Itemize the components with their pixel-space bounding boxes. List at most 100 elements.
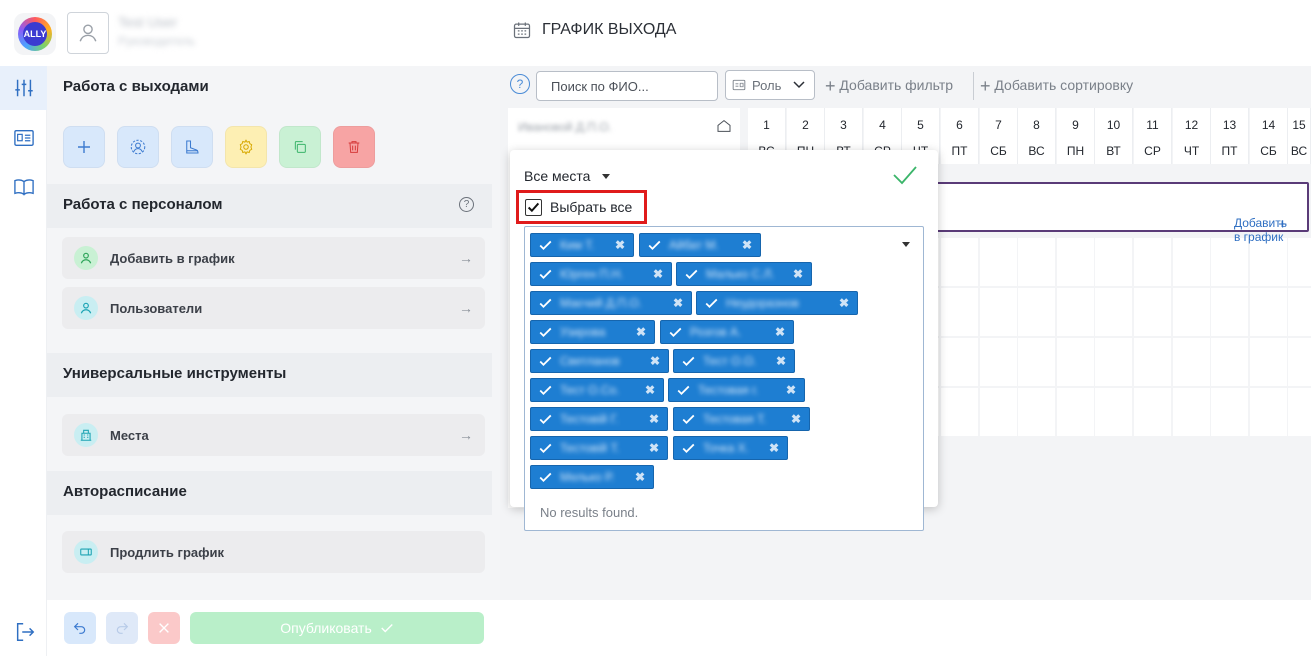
grid-cell[interactable] <box>1250 288 1287 336</box>
remove-chip-icon[interactable]: ✖ <box>650 354 660 368</box>
remove-chip-icon[interactable]: ✖ <box>791 412 801 426</box>
grid-cell[interactable] <box>1134 238 1171 286</box>
employee-chip[interactable]: Малько С.Л. ✖ <box>676 262 812 286</box>
grid-cell[interactable] <box>1173 338 1210 386</box>
employee-chip[interactable]: Юрген П.Н. ✖ <box>530 262 672 286</box>
places-select[interactable]: Все места <box>524 168 611 184</box>
grid-cell[interactable] <box>1173 238 1210 286</box>
employee-chip[interactable]: Ким Т. ✖ <box>530 233 634 257</box>
employee-chip[interactable]: Тест О.О. ✖ <box>673 349 795 373</box>
role-select[interactable]: Роль <box>725 70 815 100</box>
menu-extend-schedule[interactable]: Продлить график <box>62 531 485 573</box>
menu-places[interactable]: Места → <box>62 414 485 456</box>
grid-cell[interactable] <box>1288 388 1311 436</box>
grid-cell[interactable] <box>1134 288 1171 336</box>
app-logo[interactable]: ALLY <box>14 13 56 55</box>
copy-button[interactable] <box>279 126 321 168</box>
grid-cell[interactable] <box>1173 388 1210 436</box>
grid-cell[interactable] <box>1288 338 1311 386</box>
employee-chip[interactable]: Неудоразнов ✖ <box>696 291 858 315</box>
grid-cell[interactable] <box>1057 288 1094 336</box>
grid-cell[interactable] <box>1288 288 1311 336</box>
grid-cell[interactable] <box>1057 338 1094 386</box>
grid-cell[interactable] <box>1018 238 1055 286</box>
help-icon[interactable]: ? <box>459 197 474 212</box>
delete-button[interactable] <box>333 126 375 168</box>
grid-cell[interactable] <box>1211 238 1248 286</box>
shoe-button[interactable] <box>171 126 213 168</box>
grid-cell[interactable] <box>1211 388 1248 436</box>
remove-chip-icon[interactable]: ✖ <box>793 267 803 281</box>
employee-chip[interactable]: Тестовій Т. ✖ <box>530 436 668 460</box>
remove-chip-icon[interactable]: ✖ <box>649 412 659 426</box>
remove-chip-icon[interactable]: ✖ <box>673 296 683 310</box>
remove-chip-icon[interactable]: ✖ <box>645 383 655 397</box>
grid-cell[interactable] <box>1134 388 1171 436</box>
grid-cell[interactable] <box>1211 338 1248 386</box>
menu-add-to-schedule[interactable]: Добавить в график → <box>62 237 485 279</box>
grid-cell[interactable] <box>1018 388 1055 436</box>
grid-cell[interactable] <box>1057 388 1094 436</box>
grid-cell[interactable] <box>941 388 978 436</box>
publish-button[interactable]: Опубликовать <box>190 612 484 644</box>
add-exit-button[interactable] <box>63 126 105 168</box>
remove-chip-icon[interactable]: ✖ <box>776 354 786 368</box>
grid-cell[interactable] <box>1095 288 1132 336</box>
grid-cell[interactable] <box>941 238 978 286</box>
help-icon[interactable]: ? <box>510 74 530 94</box>
confirm-button[interactable] <box>892 164 918 191</box>
logout-button[interactable] <box>14 621 36 648</box>
grid-cell[interactable] <box>941 288 978 336</box>
search-input[interactable]: Поиск по ФИО... <box>536 71 718 101</box>
grid-cell[interactable] <box>1250 338 1287 386</box>
employee-chip[interactable]: Тестовая Т. ✖ <box>673 407 810 431</box>
grid-cell[interactable] <box>980 288 1017 336</box>
rail-book[interactable] <box>0 165 47 209</box>
redo-button[interactable] <box>106 612 138 644</box>
remove-chip-icon[interactable]: ✖ <box>649 441 659 455</box>
select-all-checkbox[interactable]: Выбрать все <box>516 190 647 224</box>
employee-chip[interactable]: Тестовій Г. ✖ <box>530 407 668 431</box>
grid-cell[interactable] <box>1250 388 1287 436</box>
grid-cell[interactable] <box>1095 238 1132 286</box>
add-to-schedule-row[interactable]: Добавить в график + <box>936 182 1309 244</box>
remove-chip-icon[interactable]: ✖ <box>653 267 663 281</box>
grid-cell[interactable] <box>1211 288 1248 336</box>
menu-users[interactable]: Пользователи → <box>62 287 485 329</box>
checkbox[interactable] <box>525 198 542 216</box>
add-sort-button[interactable]: + Добавить сортировку <box>980 76 1133 97</box>
grid-cell[interactable] <box>1095 338 1132 386</box>
add-filter-button[interactable]: + Добавить фильтр <box>825 76 953 97</box>
grid-cell[interactable] <box>941 338 978 386</box>
employee-chip[interactable]: Айбат М. ✖ <box>639 233 761 257</box>
employee-multiselect[interactable]: Ким Т. ✖ Айбат М. ✖ Юрген П.Н. ✖ Малько С.Л. ✖ М… <box>524 226 924 531</box>
grid-cell[interactable] <box>980 238 1017 286</box>
employee-chip[interactable]: Тест О.Со. ✖ <box>530 378 664 402</box>
employee-chip[interactable]: Маєчий Д.П.О. ✖ <box>530 291 692 315</box>
grid-cell[interactable] <box>980 388 1017 436</box>
grid-cell[interactable] <box>1173 288 1210 336</box>
employee-chip[interactable]: Мелько Р. ✖ <box>530 465 654 489</box>
settings-button[interactable] <box>225 126 267 168</box>
rail-list[interactable] <box>0 116 47 160</box>
avatar[interactable] <box>67 12 109 54</box>
grid-cell[interactable] <box>1018 288 1055 336</box>
remove-chip-icon[interactable]: ✖ <box>769 441 779 455</box>
assign-user-button[interactable] <box>117 126 159 168</box>
grid-cell[interactable] <box>1057 238 1094 286</box>
remove-chip-icon[interactable]: ✖ <box>839 296 849 310</box>
undo-button[interactable] <box>64 612 96 644</box>
remove-chip-icon[interactable]: ✖ <box>786 383 796 397</box>
remove-chip-icon[interactable]: ✖ <box>775 325 785 339</box>
caret-down-icon[interactable] <box>902 242 910 247</box>
grid-cell[interactable] <box>1250 238 1287 286</box>
employee-chip[interactable]: Узирова ✖ <box>530 320 655 344</box>
grid-cell[interactable] <box>1018 338 1055 386</box>
grid-cell[interactable] <box>980 338 1017 386</box>
employee-chip[interactable]: Тестовая г. ✖ <box>668 378 805 402</box>
grid-cell[interactable] <box>1288 238 1311 286</box>
remove-chip-icon[interactable]: ✖ <box>635 470 645 484</box>
rail-settings[interactable] <box>0 66 47 110</box>
grid-cell[interactable] <box>1134 338 1171 386</box>
remove-chip-icon[interactable]: ✖ <box>742 238 752 252</box>
